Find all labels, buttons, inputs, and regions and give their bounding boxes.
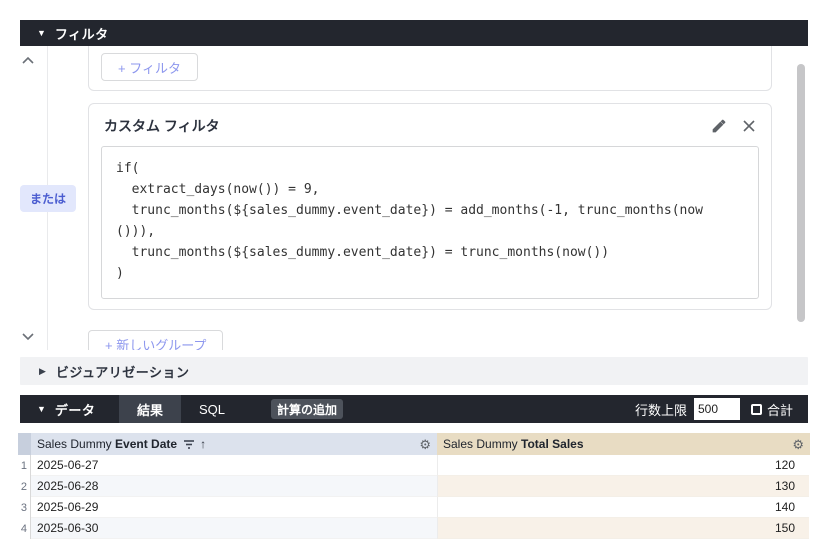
caret-right-icon: ▶ [39, 366, 46, 377]
total-sales-cell[interactable]: 130 [437, 476, 809, 497]
row-number: 3 [18, 497, 31, 518]
filters-panel: または + フィルタ カスタム フィルタ if( extract_ [20, 46, 808, 350]
totals-checkbox[interactable] [751, 404, 762, 415]
event-date-cell[interactable]: 2025-06-30 [31, 518, 437, 539]
column-gear-icon[interactable]: ⚙ [419, 438, 437, 451]
total-sales-cell[interactable]: 150 [437, 518, 809, 539]
total-sales-cell[interactable]: 120 [437, 455, 809, 476]
data-section-title: データ [55, 400, 96, 419]
event-date-cell[interactable]: 2025-06-27 [31, 455, 437, 476]
filters-section-title: フィルタ [55, 24, 109, 43]
visualization-section-bar[interactable]: ▶ ビジュアリゼーション [20, 357, 808, 385]
column-field-label: Event Date [115, 437, 177, 451]
results-table: Sales Dummy Event Date ↑ ⚙ Sales Dummy T… [18, 433, 810, 539]
column-field-label: Total Sales [521, 437, 583, 451]
tab-sql[interactable]: SQL [189, 395, 235, 423]
table-row: 22025-06-28130 [18, 476, 810, 497]
table-row: 32025-06-29140 [18, 497, 810, 518]
table-header-row: Sales Dummy Event Date ↑ ⚙ Sales Dummy T… [18, 433, 810, 455]
sort-ascending-icon: ↑ [200, 437, 206, 451]
table-body: 12025-06-2712022025-06-2813032025-06-291… [18, 455, 810, 539]
custom-filter-code-box[interactable]: if( extract_days(now()) = 9, trunc_month… [101, 146, 759, 299]
filters-section-bar[interactable]: ▼ フィルタ [20, 20, 808, 46]
column-group-label: Sales Dummy [443, 437, 521, 451]
custom-filter-title: カスタム フィルタ [104, 116, 220, 136]
row-limit-label: 行数上限 [635, 400, 687, 419]
totals-label: 合計 [767, 400, 793, 419]
column-header-event-date[interactable]: Sales Dummy Event Date ↑ ⚙ [31, 433, 437, 455]
row-number: 4 [18, 518, 31, 539]
row-number: 2 [18, 476, 31, 497]
or-operator-chip[interactable]: または [20, 185, 76, 212]
column-group-label: Sales Dummy [37, 437, 115, 451]
row-limit-input[interactable] [694, 398, 740, 420]
event-date-cell[interactable]: 2025-06-28 [31, 476, 437, 497]
event-date-cell[interactable]: 2025-06-29 [31, 497, 437, 518]
data-section-bar[interactable]: ▼ データ 結果 SQL 計算の追加 行数上限 合計 [20, 395, 808, 423]
custom-filter-card: カスタム フィルタ if( extract_days(now()) = 9, t… [88, 103, 772, 310]
table-row: 12025-06-27120 [18, 455, 810, 476]
column-gear-icon[interactable]: ⚙ [792, 438, 810, 451]
edit-pencil-icon[interactable] [711, 118, 727, 134]
filters-scrollbar-thumb[interactable] [797, 64, 805, 322]
add-filter-button[interactable]: + フィルタ [101, 53, 198, 81]
custom-filter-expression[interactable]: if( extract_days(now()) = 9, trunc_month… [116, 158, 758, 284]
table-row: 42025-06-30150 [18, 518, 810, 539]
column-header-total-sales[interactable]: Sales Dummy Total Sales ⚙ [437, 433, 810, 455]
add-calculation-button[interactable]: 計算の追加 [271, 399, 343, 419]
collapse-chevron-down-icon[interactable] [21, 329, 35, 343]
caret-down-icon: ▼ [37, 404, 46, 414]
row-number-header [18, 433, 31, 455]
filter-group-card: + フィルタ [88, 46, 772, 91]
visualization-section-title: ビジュアリゼーション [56, 362, 190, 381]
row-number: 1 [18, 455, 31, 476]
total-sales-cell[interactable]: 140 [437, 497, 809, 518]
caret-down-icon: ▼ [37, 28, 46, 38]
tab-results[interactable]: 結果 [119, 395, 181, 423]
filter-applied-icon [183, 438, 195, 450]
collapse-chevron-up-icon[interactable] [21, 54, 35, 68]
close-icon[interactable] [741, 118, 757, 134]
add-new-group-button[interactable]: + 新しいグループ [88, 330, 223, 350]
explore-page: ▼ フィルタ または + フィルタ カスタム フィルタ [0, 0, 813, 559]
